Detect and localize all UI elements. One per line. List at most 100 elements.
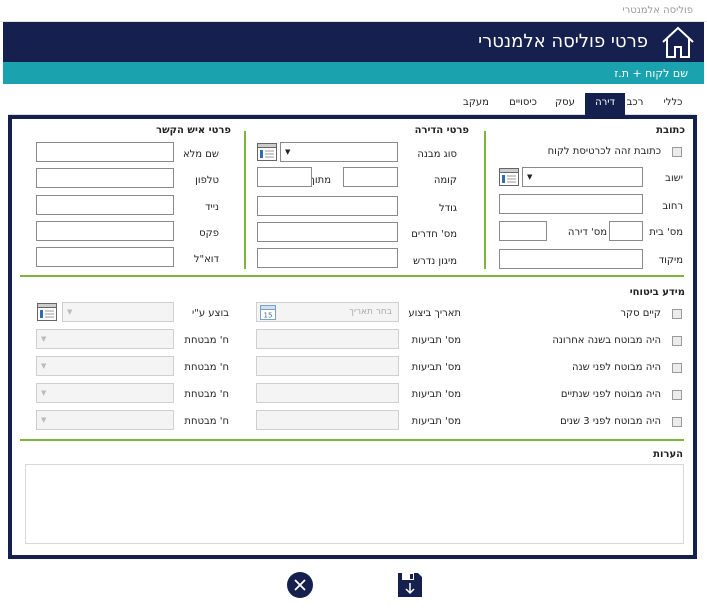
contact-section-title: פרטי איש הקשר (156, 125, 231, 136)
full-name-input[interactable] (36, 142, 174, 162)
phone-input[interactable] (36, 168, 174, 188)
fax-input[interactable] (36, 221, 174, 241)
date-placeholder: בחר תאריך (349, 307, 392, 317)
tab-apartment[interactable]: דירה (585, 93, 625, 115)
of-total-label: מתוך (309, 175, 331, 186)
phone-label: טלפון (195, 175, 219, 186)
claims-label: מס' תביעות (411, 416, 461, 427)
section-divider (20, 439, 684, 441)
floor-input[interactable] (343, 167, 398, 187)
zip-input[interactable] (499, 249, 643, 269)
house-no-input[interactable] (609, 221, 643, 241)
claims-input[interactable] (256, 329, 399, 349)
settlement-label: ישוב (665, 173, 683, 184)
insured-year-ago-label: היה מבוטח לפני שנה (572, 362, 661, 373)
tab-label: דירה (595, 97, 615, 108)
tab-label: עסק (555, 97, 575, 108)
insurer-select[interactable]: ▼ (36, 383, 174, 403)
floor-label: קומה (433, 175, 457, 186)
insurer-label: ח' מבטחת (184, 416, 229, 427)
claims-input[interactable] (256, 383, 399, 403)
insurer-select[interactable]: ▼ (36, 329, 174, 349)
apt-no-input[interactable] (499, 221, 547, 241)
exec-date-input[interactable]: בחר תאריך (256, 302, 399, 322)
exec-date-label: תאריך ביצוע (408, 308, 461, 319)
claims-label: מס' תביעות (411, 335, 461, 346)
rooms-input[interactable] (257, 222, 398, 242)
insured-year-ago-checkbox[interactable] (672, 363, 682, 373)
zip-label: מיקוד (658, 255, 683, 266)
section-divider (20, 275, 684, 277)
done-by-select[interactable]: ▼ (62, 302, 174, 322)
size-input[interactable] (257, 196, 398, 216)
tab-coverages[interactable]: כיסויים (500, 93, 546, 115)
done-by-label: בוצע ע"י (192, 308, 229, 319)
svg-text:15: 15 (264, 312, 273, 320)
insured-three-years-label: היה מבוטח לפני 3 שנים (560, 416, 661, 427)
apartment-section-title: פרטי הדירה (414, 125, 469, 136)
street-input[interactable] (499, 194, 643, 214)
mobile-input[interactable] (36, 195, 174, 215)
address-section-title: כתובת (656, 125, 685, 136)
tab-label: מעקב (463, 97, 489, 108)
insured-last-year-checkbox[interactable] (672, 336, 682, 346)
list-icon[interactable] (257, 143, 277, 161)
insurer-select[interactable]: ▼ (36, 410, 174, 430)
rooms-label: מס' חדרים (411, 229, 457, 240)
survey-checkbox[interactable] (672, 309, 682, 319)
tab-business[interactable]: עסק (547, 93, 583, 115)
chevron-down-icon: ▼ (41, 362, 47, 370)
apartment-panel: כתובת כתובת זהה לכרטיסת לקוח ישוב ▼ רחוב… (8, 115, 697, 559)
tab-general[interactable]: כללי (654, 93, 692, 115)
email-label: דוא"ל (193, 254, 219, 265)
building-type-select[interactable]: ▼ (280, 142, 398, 162)
claims-input[interactable] (256, 356, 399, 376)
chevron-down-icon: ▼ (41, 335, 47, 343)
claims-input[interactable] (256, 410, 399, 430)
insurance-section-title: מידע ביטוחי (629, 287, 685, 298)
full-name-label: שם מלא (182, 149, 219, 160)
list-icon[interactable] (499, 168, 519, 186)
insurer-label: ח' מבטחת (184, 362, 229, 373)
calendar-icon[interactable]: 15 (260, 304, 276, 320)
window-title: פוליסה אלמנטרי (622, 5, 693, 16)
notes-textarea[interactable] (25, 464, 684, 544)
chevron-down-icon: ▼ (285, 148, 291, 156)
total-floors-input[interactable] (257, 167, 312, 187)
insured-two-years-checkbox[interactable] (672, 390, 682, 400)
email-input[interactable] (36, 247, 174, 267)
tab-strip: כללי רכב דירה עסק כיסויים מעקב (8, 91, 696, 115)
tab-label: כללי (663, 97, 683, 108)
settlement-select[interactable]: ▼ (522, 167, 643, 187)
tab-label: כיסויים (509, 97, 537, 108)
chevron-down-icon: ▼ (67, 308, 73, 316)
tab-label: רכב (626, 97, 644, 108)
street-label: רחוב (662, 201, 683, 212)
home-icon[interactable] (660, 24, 696, 60)
chevron-down-icon: ▼ (527, 173, 533, 181)
window-titlebar: פוליסה אלמנטרי (0, 0, 707, 22)
building-type-label: סוג מבנה (417, 149, 457, 160)
page-header: פרטי פוליסה אלמנטרי (3, 22, 704, 62)
list-icon[interactable] (37, 303, 57, 321)
customer-bar: שם לקוח + ת.ז (3, 62, 704, 84)
same-address-label: כתובת זהה לכרטיסת לקוח (547, 146, 661, 157)
insured-two-years-label: היה מבוטח לפני שנתיים (560, 389, 661, 400)
cancel-icon[interactable] (286, 571, 314, 599)
save-icon[interactable] (396, 571, 424, 599)
same-address-checkbox[interactable] (672, 147, 682, 157)
apt-no-label: מס' דירה (567, 227, 607, 238)
mobile-label: נייד (205, 202, 219, 213)
house-no-label: מס' בית (649, 227, 683, 238)
insured-three-years-checkbox[interactable] (672, 417, 682, 427)
page-title: פרטי פוליסה אלמנטרי (478, 31, 648, 52)
survey-label: קיים סקר (620, 308, 661, 319)
claims-label: מס' תביעות (411, 389, 461, 400)
protection-input[interactable] (257, 248, 398, 268)
chevron-down-icon: ▼ (41, 416, 47, 424)
insurer-select[interactable]: ▼ (36, 356, 174, 376)
claims-label: מס' תביעות (411, 362, 461, 373)
tab-followup[interactable]: מעקב (456, 93, 496, 115)
insured-last-year-label: היה מבוטח בשנה אחרונה (552, 335, 661, 346)
chevron-down-icon: ▼ (41, 389, 47, 397)
